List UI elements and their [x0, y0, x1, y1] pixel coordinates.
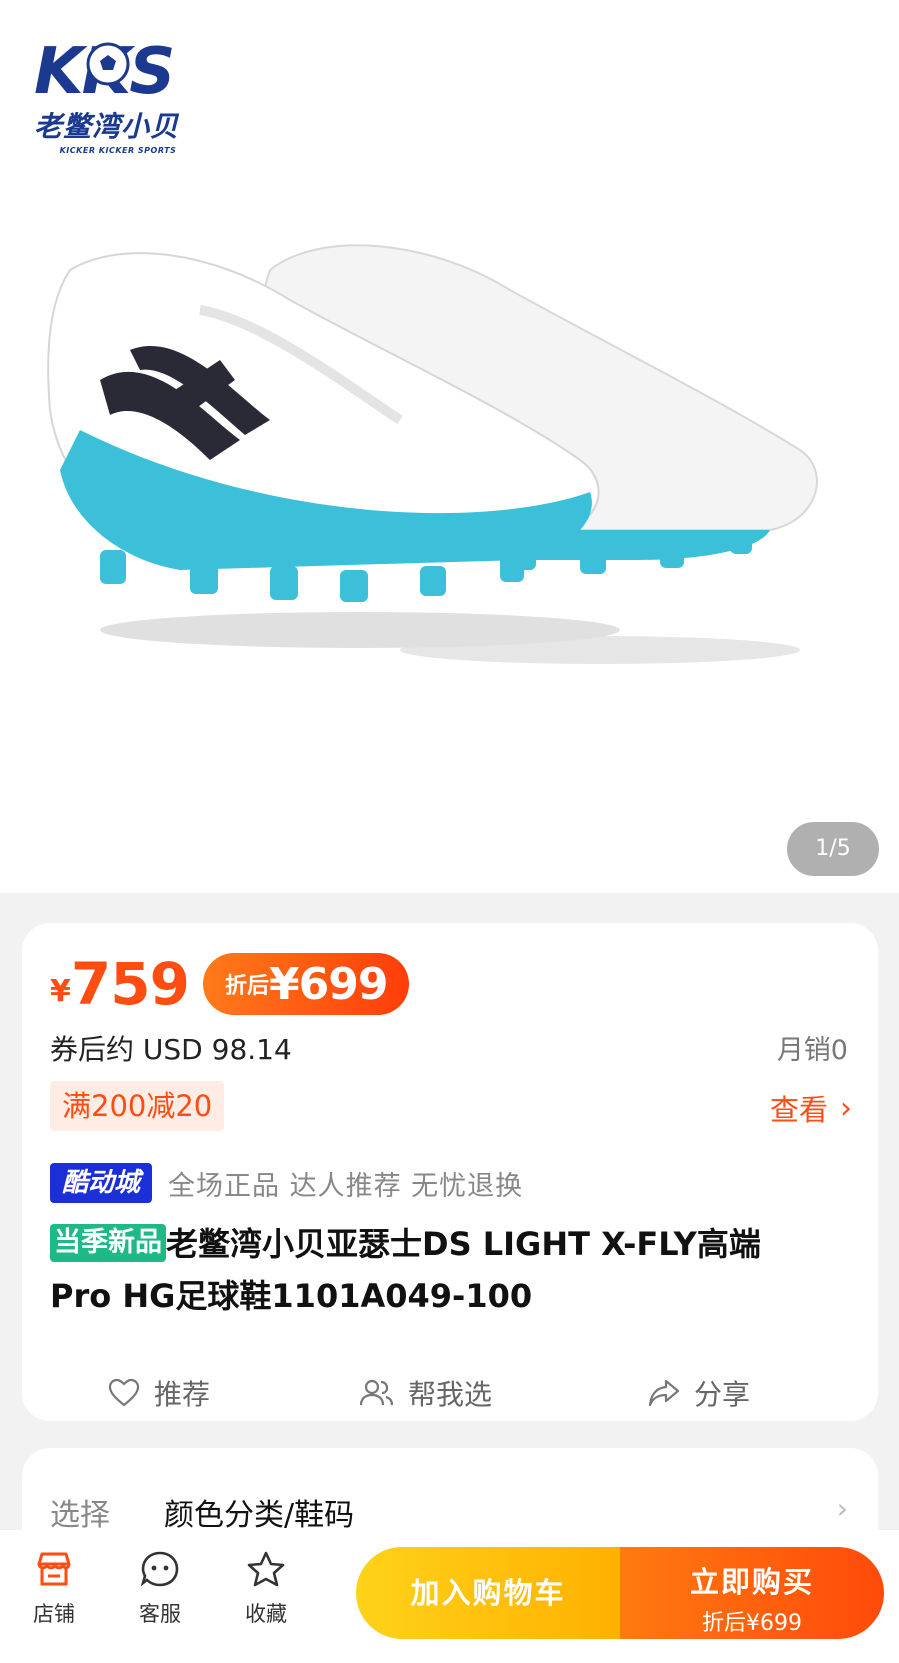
people-icon	[359, 1379, 394, 1406]
usd-estimate: 券后约 USD 98.14	[50, 1033, 292, 1066]
share-label: 分享	[694, 1378, 751, 1411]
brand-logo: KKS 老鳖湾小贝 KICKER KICKER SPORTS	[30, 36, 206, 156]
store-tags: 全场正品 达人推荐 无忧退换	[168, 1170, 524, 1202]
star-icon	[247, 1551, 285, 1587]
store-row: 酷动城 全场正品 达人推荐 无忧退换	[50, 1163, 523, 1203]
service-nav-button[interactable]: 客服	[120, 1550, 200, 1628]
customer-service-icon	[140, 1551, 179, 1587]
shop-label: 店铺	[33, 1602, 75, 1626]
buy-now-button[interactable]: 立即购买 折后¥699	[620, 1547, 884, 1639]
service-label: 客服	[139, 1602, 181, 1626]
discount-label: 折后	[224, 974, 269, 999]
product-title: 当季新品 老鳖湾小贝亚瑟士DS LIGHT X-FLY高端Pro HG足球鞋110…	[50, 1218, 790, 1322]
discount-value: ¥699	[268, 958, 388, 1010]
bottom-action-bar: 店铺 客服 收藏 加入购物车 立即购买 折后¥699	[0, 1530, 899, 1663]
monthly-sales: 月销0	[776, 1035, 848, 1066]
store-badge[interactable]: 酷动城	[50, 1163, 153, 1203]
buy-now-label: 立即购买	[689, 1565, 814, 1599]
chevron-right-icon: ›	[836, 1492, 848, 1525]
recommend-button[interactable]: 推荐	[108, 1373, 210, 1413]
help-choose-button[interactable]: 帮我选	[358, 1373, 492, 1413]
select-label: 选择	[50, 1498, 110, 1533]
logo-chinese: 老鳖湾小贝	[34, 110, 180, 143]
shop-icon	[37, 1552, 71, 1586]
favorite-label: 收藏	[245, 1602, 287, 1626]
favorite-nav-button[interactable]: 收藏	[226, 1550, 306, 1628]
add-to-cart-button[interactable]: 加入购物车	[356, 1547, 620, 1639]
heart-icon	[108, 1378, 140, 1407]
select-value: 颜色分类/鞋码	[164, 1498, 355, 1533]
product-info-card: ¥ 759 折后 ¥699 券后约 USD 98.14 月销0 满200减20 …	[22, 923, 878, 1421]
product-gallery[interactable]: KKS 老鳖湾小贝 KICKER KICKER SPORTS	[0, 0, 899, 893]
image-counter: 1/5	[787, 822, 879, 876]
discount-price-badge: 折后 ¥699	[202, 953, 410, 1015]
chevron-right-icon: ›	[840, 1090, 852, 1126]
share-icon	[648, 1379, 680, 1407]
help-choose-label: 帮我选	[408, 1378, 493, 1411]
view-coupons-link[interactable]: 查看 ›	[770, 1087, 852, 1129]
product-image	[47, 244, 818, 664]
currency-symbol: ¥	[50, 973, 71, 1009]
coupon-badge[interactable]: 满200减20	[50, 1081, 225, 1131]
view-label: 查看	[769, 1093, 828, 1127]
logo-tagline: KICKER KICKER SPORTS	[59, 146, 177, 155]
soccer-ball-icon	[86, 42, 130, 86]
new-season-badge: 当季新品	[50, 1224, 166, 1262]
recommend-label: 推荐	[154, 1378, 211, 1411]
shop-nav-button[interactable]: 店铺	[14, 1550, 94, 1628]
buy-now-price: 折后¥699	[702, 1611, 802, 1636]
price-row: ¥ 759 折后 ¥699	[50, 950, 410, 1018]
price-value: 759	[70, 950, 190, 1018]
share-button[interactable]: 分享	[648, 1373, 750, 1413]
